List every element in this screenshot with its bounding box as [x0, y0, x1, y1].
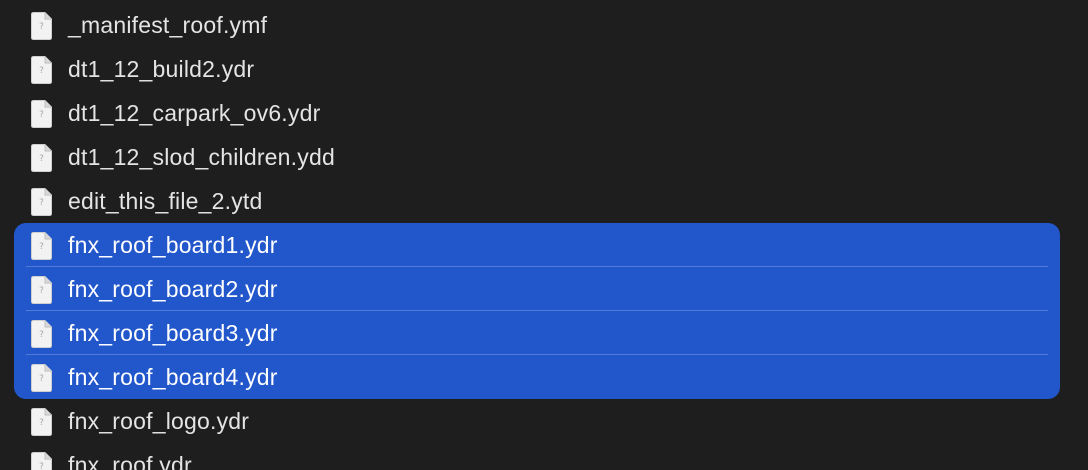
file-name: dt1_12_carpark_ov6.ydr — [68, 100, 321, 126]
file-name: fnx_roof_board3.ydr — [68, 320, 278, 346]
file-row[interactable]: ? fnx_roof.ydr — [14, 443, 1060, 470]
document-icon: ? — [31, 408, 52, 436]
file-row[interactable]: ? dt1_12_slod_children.ydd — [14, 135, 1060, 179]
file-row[interactable]: ? fnx_roof_board1.ydr — [14, 223, 1060, 267]
file-name: fnx_roof_board4.ydr — [68, 364, 278, 390]
document-icon: ? — [31, 56, 52, 84]
svg-text:?: ? — [39, 242, 44, 252]
file-row[interactable]: ? fnx_roof_logo.ydr — [14, 399, 1060, 443]
svg-text:?: ? — [39, 330, 44, 340]
document-icon: ? — [31, 276, 52, 304]
svg-text:?: ? — [39, 22, 44, 32]
file-row[interactable]: ? _manifest_roof.ymf — [14, 3, 1060, 47]
file-name: dt1_12_slod_children.ydd — [68, 144, 335, 170]
svg-text:?: ? — [39, 66, 44, 76]
file-row[interactable]: ? fnx_roof_board4.ydr — [14, 355, 1060, 399]
file-name: _manifest_roof.ymf — [68, 12, 268, 38]
svg-text:?: ? — [39, 154, 44, 164]
document-icon: ? — [31, 144, 52, 172]
svg-text:?: ? — [39, 286, 44, 296]
svg-text:?: ? — [39, 462, 44, 470]
file-name: fnx_roof_board1.ydr — [68, 232, 278, 258]
file-row[interactable]: ? dt1_12_carpark_ov6.ydr — [14, 91, 1060, 135]
document-icon: ? — [31, 364, 52, 392]
file-row[interactable]: ? fnx_roof_board2.ydr — [14, 267, 1060, 311]
file-name: fnx_roof.ydr — [68, 452, 192, 470]
document-icon: ? — [31, 188, 52, 216]
file-row[interactable]: ? fnx_roof_board3.ydr — [14, 311, 1060, 355]
document-icon: ? — [31, 320, 52, 348]
document-icon: ? — [31, 100, 52, 128]
file-name: dt1_12_build2.ydr — [68, 56, 255, 82]
svg-text:?: ? — [39, 418, 44, 428]
document-icon: ? — [31, 232, 52, 260]
file-list: ? _manifest_roof.ymf? dt1_12_build2.ydr? dt… — [0, 0, 1088, 470]
svg-text:?: ? — [39, 110, 44, 120]
file-row[interactable]: ? edit_this_file_2.ytd — [14, 179, 1060, 223]
svg-text:?: ? — [39, 198, 44, 208]
file-name: fnx_roof_board2.ydr — [68, 276, 278, 302]
file-name: fnx_roof_logo.ydr — [68, 408, 250, 434]
file-row[interactable]: ? dt1_12_build2.ydr — [14, 47, 1060, 91]
document-icon: ? — [31, 12, 52, 40]
document-icon: ? — [31, 452, 52, 470]
file-name: edit_this_file_2.ytd — [68, 188, 263, 214]
svg-text:?: ? — [39, 374, 44, 384]
